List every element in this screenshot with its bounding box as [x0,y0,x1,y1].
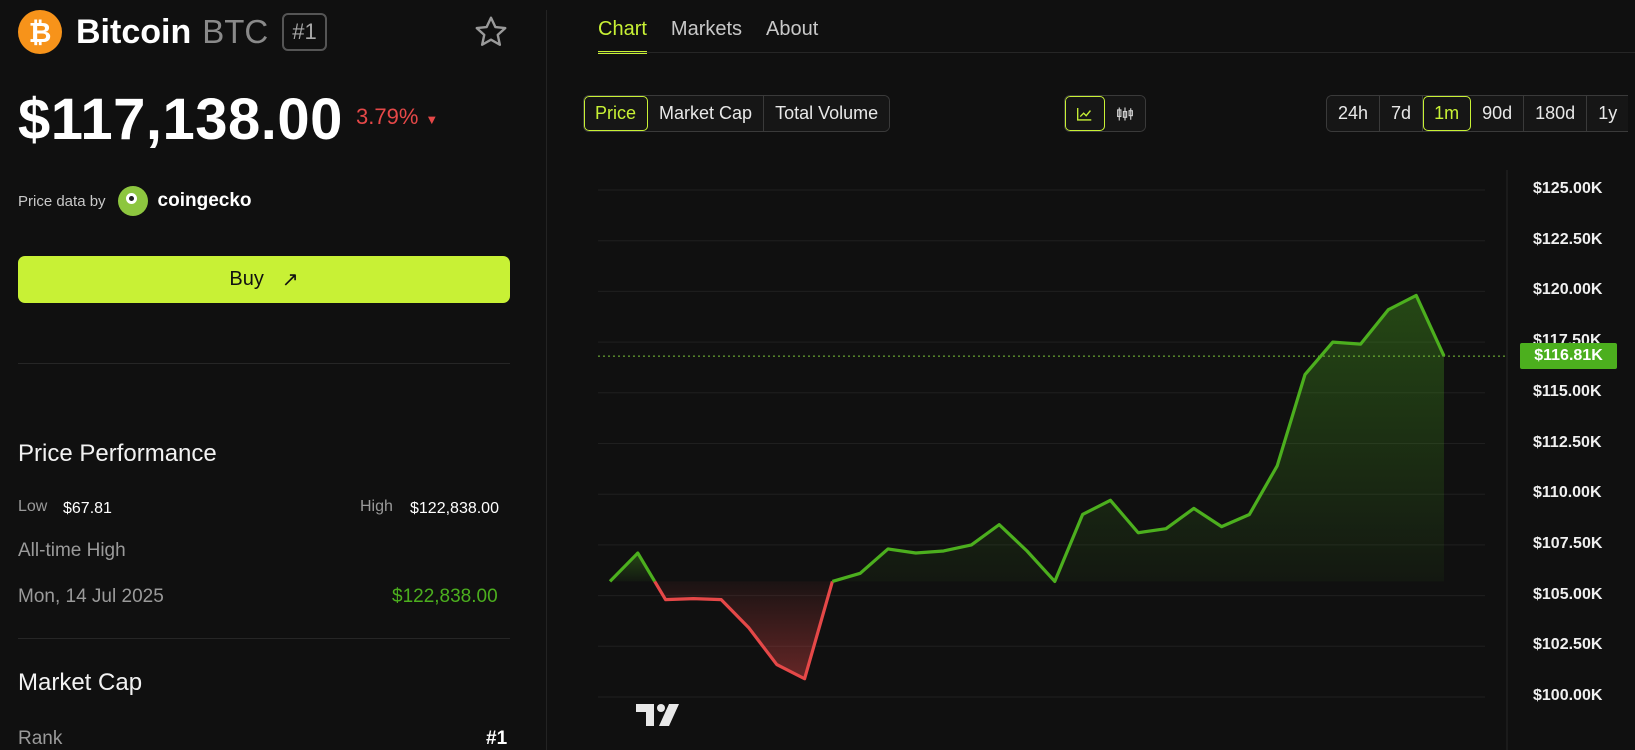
price-change-value: 3.79% [356,104,419,129]
price-source-label: Price data by [18,192,106,210]
candlestick-icon[interactable] [1105,96,1145,131]
divider [18,363,510,364]
area-below-baseline [654,581,833,679]
chart-style-selector [1064,95,1146,132]
range-7d-button[interactable]: 7d [1380,96,1424,131]
metric-market-cap-button[interactable]: Market Cap [648,96,765,131]
time-range-selector: 24h 7d 1m 90d 180d 1y [1326,95,1629,132]
price-chart[interactable] [598,170,1635,750]
chart-area-fill [610,295,1444,679]
coin-symbol: BTC [202,13,269,50]
y-tick-label: $105.00K [1533,585,1603,603]
tab-about[interactable]: About [766,18,818,54]
y-tick-label: $112.50K [1533,433,1602,451]
rank-badge: #1 [282,13,327,51]
section-tabs: Chart Markets About [598,18,842,54]
area-above-baseline [832,295,1444,582]
price-source: Price data by coingecko [18,186,252,216]
range-24h-button[interactable]: 24h [1327,96,1381,131]
y-tick-label: $125.00K [1533,180,1603,197]
arrow-up-right-icon: ↗ [281,269,299,291]
caret-down-icon: ▼ [425,112,439,127]
ath-date: Mon, 14 Jul 2025 [18,586,164,607]
panel-divider [546,10,547,750]
rank-label: Rank [18,728,63,749]
y-tick-label: $100.00K [1533,687,1603,704]
price-performance-title: Price Performance [18,440,217,467]
coingecko-logo-icon[interactable] [117,186,148,216]
range-1y-button[interactable]: 1y [1587,96,1629,131]
high-label: High [360,498,393,515]
y-tick-label: $120.00K [1533,281,1603,299]
coingecko-brand[interactable]: coingecko [158,190,252,212]
metric-price-button[interactable]: Price [584,96,649,131]
line-chart-icon[interactable] [1065,96,1105,131]
tab-markets[interactable]: Markets [671,18,742,54]
low-value: $67.81 [63,500,112,517]
rank-value: #1 [486,728,508,749]
divider [18,638,510,639]
coin-summary-panel: ₿ Bitcoin BTC #1 $117,138.00 3.79% ▼ Pri… [0,0,546,750]
range-180d-button[interactable]: 180d [1524,96,1588,131]
y-tick-label: $110.00K [1533,484,1602,502]
tab-chart[interactable]: Chart [598,18,647,54]
price-change: 3.79% ▼ [356,104,438,130]
y-tick-label: $102.50K [1533,636,1603,654]
y-tick-label: $122.50K [1533,230,1603,248]
ath-label: All-time High [18,540,126,561]
tradingview-logo-icon[interactable] [636,702,684,728]
current-price: $117,138.00 [18,87,343,152]
ath-value: $122,838.00 [392,586,498,607]
metric-selector: Price Market Cap Total Volume [583,95,891,132]
coin-header: ₿ Bitcoin BTC #1 [18,10,327,54]
market-cap-title: Market Cap [18,669,143,696]
tabs-underline [598,52,1635,53]
range-1m-button[interactable]: 1m [1423,96,1472,131]
coin-name: Bitcoin [76,12,192,51]
bitcoin-logo-icon: ₿ [18,10,62,54]
range-90d-button[interactable]: 90d [1471,96,1525,131]
y-tick-label: $107.50K [1533,534,1603,552]
metric-total-volume-button[interactable]: Total Volume [764,96,890,131]
current-price-badge: $116.81K [1520,343,1617,370]
watchlist-star-icon[interactable] [473,14,509,50]
low-label: Low [18,498,48,515]
buy-button-label: Buy [229,268,264,290]
y-tick-label: $115.00K [1533,382,1602,400]
buy-button[interactable]: Buy ↗ [18,256,510,303]
high-value: $122,838.00 [410,500,499,517]
